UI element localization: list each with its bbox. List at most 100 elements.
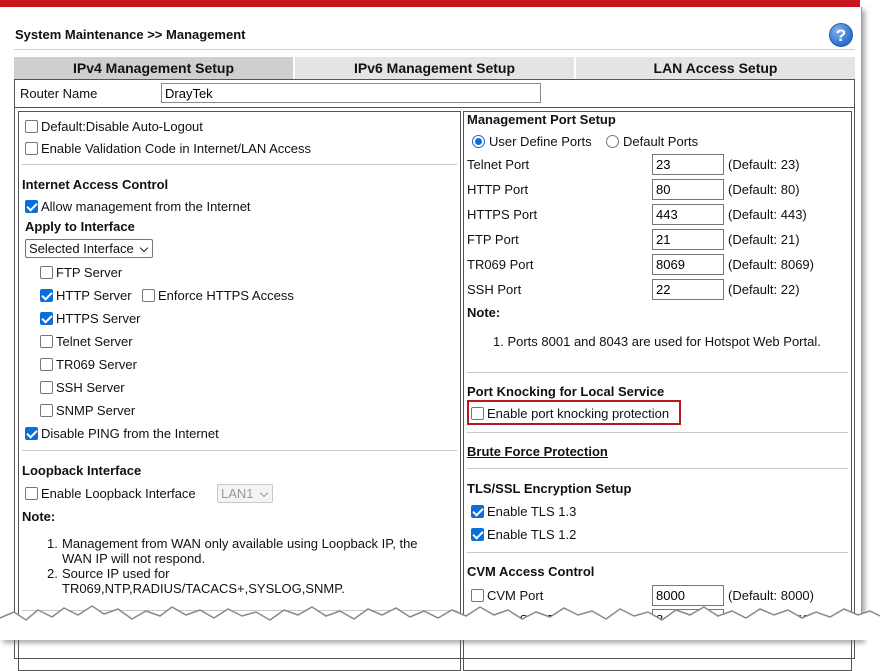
https-port-label: HTTPS Port (467, 207, 538, 222)
validation-code-option[interactable]: Enable Validation Code in Internet/LAN A… (25, 141, 311, 156)
loopback-enable-label: Enable Loopback Interface (41, 486, 196, 501)
port-note-text: 1. Ports 8001 and 8043 are used for Hots… (493, 334, 821, 349)
interface-select-wrap: Selected Interface (25, 239, 153, 258)
telnet-port-default: (Default: 23) (728, 157, 800, 172)
router-name-input[interactable] (161, 83, 541, 103)
service-ftp-label: FTP Server (56, 265, 123, 280)
service-ssh-option[interactable]: SSH Server (40, 380, 125, 395)
service-http-checkbox[interactable] (40, 289, 53, 302)
ftp-port-default: (Default: 21) (728, 232, 800, 247)
http-port-label: HTTP Port (467, 182, 529, 197)
service-ssh-label: SSH Server (56, 380, 125, 395)
allow-internet-option[interactable]: Allow management from the Internet (25, 199, 251, 214)
tls13-option[interactable]: Enable TLS 1.3 (471, 504, 576, 519)
disable-ping-label: Disable PING from the Internet (41, 426, 219, 441)
brute-force-link[interactable]: Brute Force Protection (467, 444, 608, 459)
service-snmp-label: SNMP Server (56, 403, 136, 418)
default-ports-radio[interactable] (606, 135, 619, 148)
allow-internet-checkbox[interactable] (25, 200, 38, 213)
http-port-input[interactable] (652, 179, 724, 200)
loopback-enable-option[interactable]: Enable Loopback Interface (25, 486, 196, 501)
default-logout-label: Default:Disable Auto-Logout (41, 119, 203, 134)
internet-access-heading: Internet Access Control (22, 177, 169, 192)
allow-internet-label: Allow management from the Internet (41, 199, 251, 214)
tls12-option[interactable]: Enable TLS 1.2 (471, 527, 576, 542)
default-ports-label: Default Ports (623, 134, 699, 149)
tab-ipv4-management[interactable]: IPv4 Management Setup (14, 57, 293, 79)
lan-select[interactable]: LAN1 (217, 484, 273, 503)
service-http-option[interactable]: HTTP Server (40, 288, 132, 303)
tls13-label: Enable TLS 1.3 (487, 504, 577, 519)
enforce-https-option[interactable]: Enforce HTTPS Access (142, 288, 294, 303)
default-logout-option[interactable]: Default:Disable Auto-Logout (25, 119, 203, 134)
tls13-checkbox[interactable] (471, 505, 484, 518)
service-ssh-checkbox[interactable] (40, 381, 53, 394)
default-logout-checkbox[interactable] (25, 120, 38, 133)
service-tr069-label: TR069 Server (56, 357, 137, 372)
right-column: Management Port Setup User Define Ports … (463, 111, 852, 671)
disable-ping-option[interactable]: Disable PING from the Internet (25, 426, 219, 441)
section-divider (467, 432, 848, 433)
default-ports-option[interactable]: Default Ports (606, 134, 698, 149)
service-http-label: HTTP Server (56, 288, 132, 303)
router-name-label: Router Name (20, 86, 98, 101)
service-ftp-checkbox[interactable] (40, 266, 53, 279)
loopback-note-label: Note: (22, 509, 56, 524)
section-divider (467, 468, 848, 469)
enforce-https-checkbox[interactable] (142, 289, 155, 302)
telnet-port-input[interactable] (652, 154, 724, 175)
ssh-port-input[interactable] (652, 279, 724, 300)
user-define-ports-option[interactable]: User Define Ports (472, 134, 592, 149)
management-panel: Router Name Default:Disable Auto-Logout … (14, 79, 855, 671)
ftp-port-label: FTP Port (467, 232, 519, 247)
tab-ipv6-management[interactable]: IPv6 Management Setup (295, 57, 574, 79)
port-knocking-label: Enable port knocking protection (487, 406, 670, 421)
tr069-port-label: TR069 Port (467, 257, 534, 272)
loopback-heading: Loopback Interface (22, 463, 142, 478)
service-telnet-option[interactable]: Telnet Server (40, 334, 133, 349)
tls12-checkbox[interactable] (471, 528, 484, 541)
title-divider (14, 49, 855, 50)
validation-code-checkbox[interactable] (25, 142, 38, 155)
lan-select-wrap: LAN1 (217, 484, 273, 503)
page-title: System Maintenance >> Management (15, 27, 246, 42)
top-accent-bar (0, 0, 860, 7)
user-define-ports-radio[interactable] (472, 135, 485, 148)
service-ftp-option[interactable]: FTP Server (40, 265, 122, 280)
telnet-port-label: Telnet Port (467, 157, 530, 172)
ftp-port-input[interactable] (652, 229, 724, 250)
service-snmp-checkbox[interactable] (40, 404, 53, 417)
tr069-port-input[interactable] (652, 254, 724, 275)
section-divider (467, 552, 848, 553)
tab-lan-access[interactable]: LAN Access Setup (576, 57, 855, 79)
service-snmp-option[interactable]: SNMP Server (40, 403, 135, 418)
service-telnet-label: Telnet Server (56, 334, 133, 349)
ssh-port-default: (Default: 22) (728, 282, 800, 297)
disable-ping-checkbox[interactable] (25, 427, 38, 440)
help-icon[interactable]: ? (829, 23, 853, 47)
service-telnet-checkbox[interactable] (40, 335, 53, 348)
tls12-label: Enable TLS 1.2 (487, 527, 577, 542)
service-tr069-option[interactable]: TR069 Server (40, 357, 137, 372)
window-frame: System Maintenance >> Management ? IPv4 … (0, 7, 862, 671)
port-knocking-heading: Port Knocking for Local Service (467, 384, 665, 399)
https-port-default: (Default: 443) (728, 207, 807, 222)
interface-select[interactable]: Selected Interface (25, 239, 153, 258)
user-define-ports-label: User Define Ports (489, 134, 592, 149)
tls-heading: TLS/SSL Encryption Setup (467, 481, 632, 496)
port-knocking-checkbox[interactable] (471, 407, 484, 420)
loopback-note-2: 2. Source IP used for TR069,NTP,RADIUS/T… (47, 566, 345, 596)
service-https-option[interactable]: HTTPS Server (40, 311, 141, 326)
validation-code-label: Enable Validation Code in Internet/LAN A… (41, 141, 312, 156)
ssh-port-label: SSH Port (467, 282, 522, 297)
http-port-default: (Default: 80) (728, 182, 800, 197)
loopback-enable-checkbox[interactable] (25, 487, 38, 500)
service-tr069-checkbox[interactable] (40, 358, 53, 371)
tr069-port-default: (Default: 8069) (728, 257, 814, 272)
apply-interface-label: Apply to Interface (25, 219, 135, 234)
service-https-checkbox[interactable] (40, 312, 53, 325)
https-port-input[interactable] (652, 204, 724, 225)
port-knocking-option[interactable]: Enable port knocking protection (471, 406, 669, 421)
loopback-note-1: 1. Management from WAN only available us… (47, 536, 418, 566)
section-divider (467, 372, 848, 373)
